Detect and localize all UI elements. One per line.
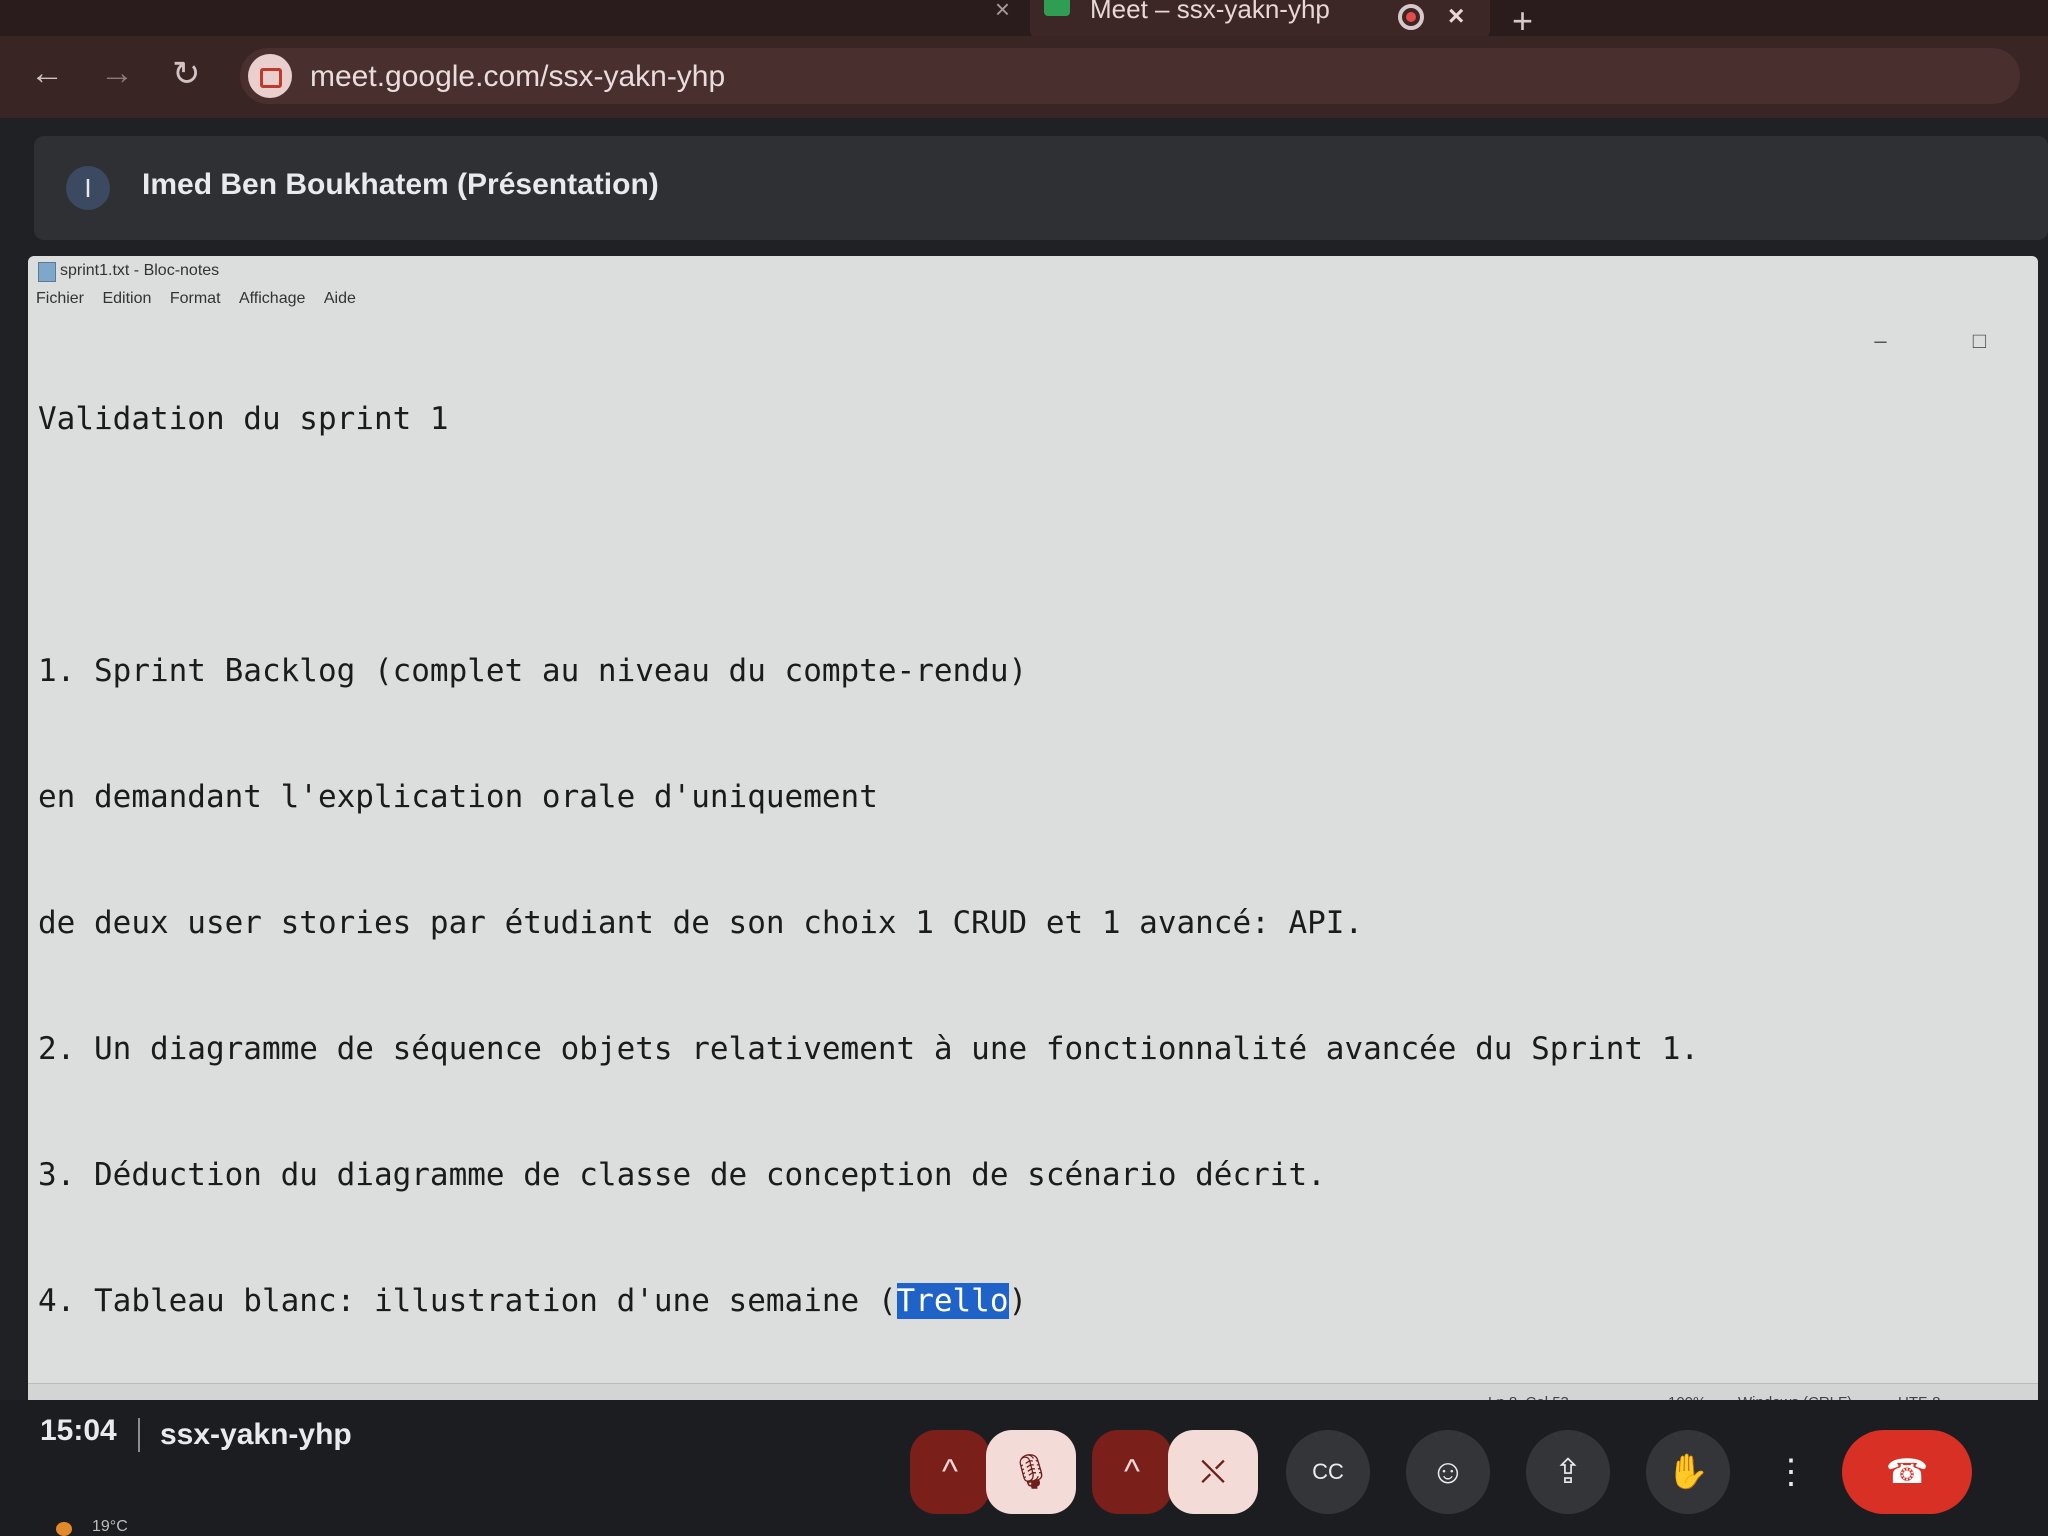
selected-text: Trello: [896, 1283, 1009, 1319]
text-line: de deux user stories par étudiant de son…: [38, 905, 1364, 941]
divider: [138, 1418, 140, 1452]
mic-muted-icon[interactable]: 🎙: [986, 1430, 1076, 1514]
text-segment: ): [1008, 1283, 1028, 1319]
video-options-button[interactable]: ^: [1092, 1430, 1172, 1514]
camera-site-icon[interactable]: [248, 54, 292, 98]
menu-format[interactable]: Format: [170, 290, 221, 307]
menu-aide[interactable]: Aide: [324, 290, 356, 307]
address-bar[interactable]: meet.google.com/ssx-yakn-yhp: [240, 48, 2020, 104]
browser-tabstrip: × Meet – ssx-yakn-yhp × +: [0, 0, 2048, 41]
back-button[interactable]: ←: [30, 54, 64, 93]
presenter-name: Imed Ben Boukhatem (Présentation): [142, 168, 659, 201]
reload-button[interactable]: ↻: [172, 54, 201, 94]
close-tab-icon[interactable]: ×: [1448, 0, 1464, 32]
more-options-button[interactable]: ⋮: [1766, 1430, 1816, 1514]
meet-stage: I Imed Ben Boukhatem (Présentation) spri…: [0, 118, 2048, 1536]
notepad-titlebar: sprint1.txt - Bloc-notes: [28, 256, 2038, 286]
browser-tab-meet[interactable]: Meet – ssx-yakn-yhp ×: [1030, 0, 1490, 40]
raise-hand-button[interactable]: ✋: [1646, 1430, 1730, 1514]
text-line-last: 4. Tableau blanc: illustration d'une sem…: [38, 1280, 1998, 1322]
notepad-window-title: sprint1.txt - Bloc-notes: [60, 262, 220, 279]
browser-toolbar: ← → ↻ meet.google.com/ssx-yakn-yhp: [0, 36, 2048, 118]
weather-temperature: 19°C: [92, 1518, 128, 1535]
camera-off-icon[interactable]: ⛌: [1168, 1430, 1258, 1514]
meet-control-bar: 15:04 ssx-yakn-yhp ^ 🎙 ^ ⛌ CC ☺ ⇪ ✋ ⋮ ☎ …: [0, 1400, 2048, 1536]
meeting-code: ssx-yakn-yhp: [160, 1418, 352, 1451]
tab-title: Meet – ssx-yakn-yhp: [1090, 0, 1330, 24]
text-line: 3. Déduction du diagramme de classe de c…: [38, 1157, 1326, 1193]
notepad-text-area[interactable]: Validation du sprint 1 1. Sprint Backlog…: [38, 314, 1998, 1319]
text-segment: 4. Tableau blanc: illustration d'une sem…: [38, 1283, 897, 1319]
notepad-icon: [38, 262, 56, 282]
captions-button[interactable]: CC: [1286, 1430, 1370, 1514]
recording-indicator-icon: [1398, 4, 1424, 30]
notepad-menubar: Fichier Edition Format Affichage Aide: [36, 290, 370, 312]
text-line: en demandant l'explication orale d'uniqu…: [38, 779, 878, 815]
text-line: 2. Un diagramme de séquence objets relat…: [38, 1031, 1700, 1067]
meet-favicon-icon: [1044, 0, 1070, 16]
shared-screen-notepad: sprint1.txt - Bloc-notes – □ Fichier Edi…: [28, 256, 2038, 1424]
url-text[interactable]: meet.google.com/ssx-yakn-yhp: [310, 60, 725, 94]
browser-tab-previous[interactable]: ×: [700, 0, 1030, 36]
close-tab-icon[interactable]: ×: [995, 0, 1010, 25]
emoji-reaction-button[interactable]: ☺: [1406, 1430, 1490, 1514]
menu-affichage[interactable]: Affichage: [239, 290, 305, 307]
weather-icon: [56, 1522, 72, 1536]
text-line: [38, 524, 1998, 566]
menu-fichier[interactable]: Fichier: [36, 290, 84, 307]
text-line: 1. Sprint Backlog (complet au niveau du …: [38, 653, 1028, 689]
leave-call-button[interactable]: ☎: [1842, 1430, 1972, 1514]
meeting-clock: 15:04: [40, 1414, 117, 1447]
text-line: Validation du sprint 1: [38, 401, 449, 437]
forward-button[interactable]: →: [100, 54, 134, 93]
presenter-bar: I Imed Ben Boukhatem (Présentation): [34, 136, 2048, 240]
menu-edition[interactable]: Edition: [102, 290, 151, 307]
present-screen-button[interactable]: ⇪: [1526, 1430, 1610, 1514]
avatar: I: [66, 166, 110, 210]
audio-options-button[interactable]: ^: [910, 1430, 990, 1514]
